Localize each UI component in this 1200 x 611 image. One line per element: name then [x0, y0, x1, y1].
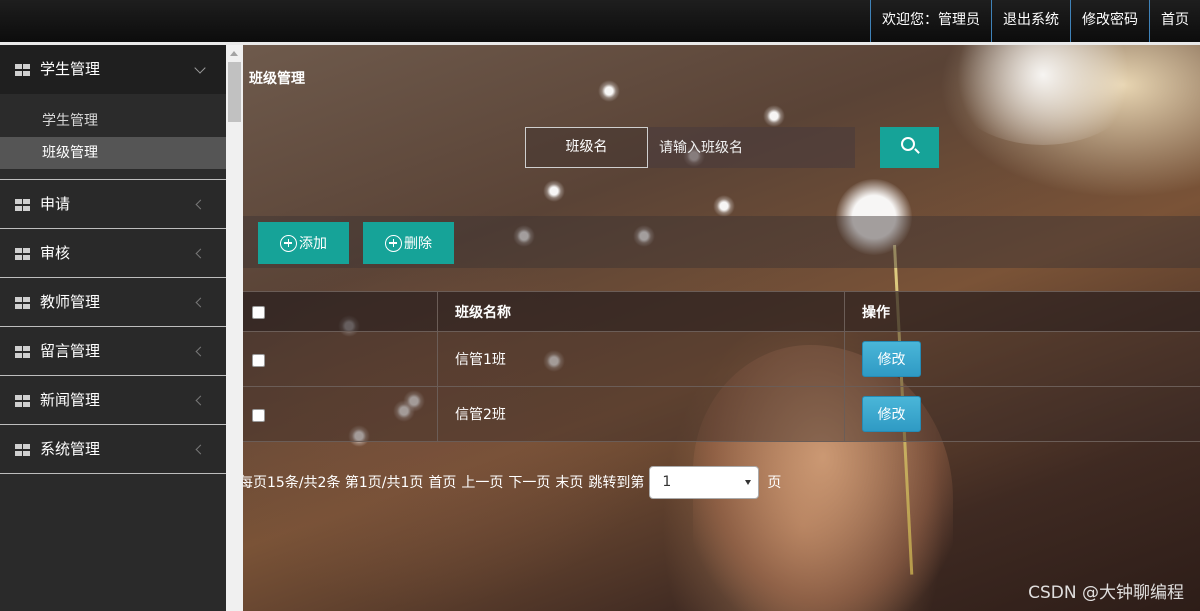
background-seed — [598, 80, 620, 102]
actions-cell: 修改 — [845, 332, 1200, 386]
edit-button[interactable]: 修改 — [862, 396, 921, 432]
chevron-left-icon — [195, 248, 206, 259]
caret-down-icon — [745, 479, 752, 485]
sidebar-group-student[interactable]: 学生管理 — [0, 45, 226, 94]
scroll-up-arrow-icon[interactable] — [230, 51, 238, 56]
sidebar-submenu: 学生管理 班级管理 — [0, 94, 226, 180]
prev-page-link[interactable]: 上一页 — [461, 472, 503, 492]
next-page-link[interactable]: 下一页 — [508, 472, 550, 492]
row-select-cell — [243, 387, 438, 441]
grid-icon — [15, 444, 30, 456]
table-header-row: 班级名称 操作 — [243, 291, 1200, 332]
main-content: 班级管理 班级名 添加 删除 班级名称 操作 信管1班 修改 — [243, 45, 1200, 611]
grid-icon — [15, 64, 30, 76]
class-name-cell: 信管2班 — [438, 387, 845, 441]
change-password-link[interactable]: 修改密码 — [1070, 0, 1149, 42]
select-all-cell — [243, 292, 438, 331]
sidebar-group-label: 申请 — [40, 195, 71, 213]
home-link[interactable]: 首页 — [1149, 0, 1200, 42]
background-seed — [543, 180, 565, 202]
search-icon — [901, 137, 915, 151]
background-seed — [713, 195, 735, 217]
sidebar: 学生管理 学生管理 班级管理 申请 审核 教师管理 留言管理 新闻管理 系统管理 — [0, 45, 226, 611]
page-select-value: 1 — [662, 473, 672, 490]
table-row: 信管1班 修改 — [243, 332, 1200, 387]
page-title: 班级管理 — [249, 71, 305, 87]
jump-to-label: 跳转到第 — [588, 475, 645, 491]
page-select[interactable]: 1 — [649, 465, 760, 499]
grid-icon — [15, 395, 30, 407]
add-button[interactable]: 添加 — [258, 222, 349, 264]
sidebar-group-news[interactable]: 新闻管理 — [0, 376, 226, 425]
sidebar-group-system[interactable]: 系统管理 — [0, 425, 226, 474]
sidebar-group-teacher[interactable]: 教师管理 — [0, 278, 226, 327]
class-table: 班级名称 操作 信管1班 修改 信管2班 修改 — [243, 291, 1200, 442]
grid-icon — [15, 248, 30, 260]
plus-circle-icon — [385, 234, 402, 252]
chevron-left-icon — [195, 297, 206, 308]
background-seed — [763, 105, 785, 127]
chevron-left-icon — [195, 444, 206, 455]
row-checkbox[interactable] — [252, 353, 265, 367]
delete-button[interactable]: 删除 — [363, 222, 454, 264]
sidebar-group-review[interactable]: 审核 — [0, 229, 226, 278]
class-name-cell: 信管1班 — [438, 332, 845, 386]
row-select-cell — [243, 332, 438, 386]
logout-link[interactable]: 退出系统 — [991, 0, 1070, 42]
grid-icon — [15, 297, 30, 309]
sidebar-scrollbar[interactable] — [226, 45, 243, 611]
scroll-thumb[interactable] — [228, 62, 241, 122]
toolbar: 添加 删除 — [243, 216, 1200, 268]
sidebar-group-label: 学生管理 — [40, 60, 101, 78]
column-header-actions: 操作 — [862, 304, 890, 321]
welcome-text: 欢迎您：管理员 — [870, 0, 991, 42]
last-page-link[interactable]: 末页 — [555, 472, 583, 492]
pagination-summary: 每页15条/共2条 第1页/共1页 — [243, 475, 424, 491]
page-suffix-label: 页 — [767, 475, 782, 491]
background-light-flare — [943, 45, 1143, 145]
top-bar: 欢迎您：管理员 退出系统 修改密码 首页 — [0, 0, 1200, 42]
top-nav: 欢迎您：管理员 退出系统 修改密码 首页 — [870, 0, 1200, 42]
sidebar-group-apply[interactable]: 申请 — [0, 180, 226, 229]
pagination: 每页15条/共2条 第1页/共1页 首页 上一页 下一页 末页 跳转到第 1 页 — [243, 465, 786, 499]
select-all-checkbox[interactable] — [252, 306, 265, 319]
watermark: CSDN @大钟聊编程 — [1028, 583, 1184, 603]
chevron-left-icon — [195, 395, 206, 406]
grid-icon — [15, 346, 30, 358]
sidebar-group-label: 系统管理 — [40, 440, 101, 458]
sidebar-group-label: 审核 — [40, 244, 71, 262]
add-button-label: 添加 — [299, 236, 327, 252]
sidebar-group-label: 教师管理 — [40, 293, 101, 311]
sidebar-item-class-management[interactable]: 班级管理 — [0, 137, 226, 169]
plus-circle-icon — [280, 234, 297, 252]
sidebar-group-message[interactable]: 留言管理 — [0, 327, 226, 376]
class-name-search-input[interactable] — [648, 127, 855, 168]
row-checkbox[interactable] — [252, 408, 265, 422]
first-page-link[interactable]: 首页 — [428, 472, 456, 492]
search-button[interactable] — [880, 127, 939, 168]
grid-icon — [15, 199, 30, 211]
edit-button[interactable]: 修改 — [862, 341, 921, 377]
delete-button-label: 删除 — [404, 236, 432, 252]
sidebar-group-label: 新闻管理 — [40, 391, 101, 409]
actions-cell: 修改 — [845, 387, 1200, 441]
search-label: 班级名 — [525, 127, 648, 168]
chevron-left-icon — [195, 346, 206, 357]
chevron-down-icon — [194, 62, 206, 74]
sidebar-item-student-management[interactable]: 学生管理 — [0, 105, 226, 137]
table-row: 信管2班 修改 — [243, 387, 1200, 442]
column-header-class-name: 班级名称 — [438, 292, 845, 331]
sidebar-group-label: 留言管理 — [40, 342, 101, 360]
chevron-left-icon — [195, 199, 206, 210]
